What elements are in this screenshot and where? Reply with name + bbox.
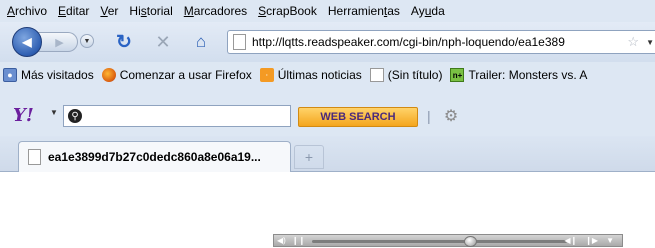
search-icon: ⚲ (68, 109, 82, 123)
chevron-down-icon: ▼ (83, 37, 91, 45)
new-tab-button[interactable]: + (294, 145, 324, 169)
menu-item-2[interactable]: Ver (95, 0, 124, 22)
stop-button[interactable]: ✕ (152, 31, 174, 53)
pause-icon[interactable]: ❙❙ (289, 235, 308, 246)
menu-item-7[interactable]: Ayuda (406, 0, 451, 22)
audio-player: ◀) ❙❙ ◀❙ ❙▶ ▼ (273, 234, 623, 247)
reload-button[interactable]: ↻ (113, 31, 135, 53)
bookmark-item[interactable]: n+ Trailer: Monsters vs. A (450, 68, 587, 82)
blank-page-icon (369, 68, 384, 82)
bookmark-item[interactable]: Comenzar a usar Firefox (101, 68, 252, 82)
toolbar-divider: | (427, 108, 431, 124)
chevron-down-icon[interactable]: ▼ (50, 108, 58, 117)
blank-page-icon (28, 149, 41, 165)
bookmark-star-icon[interactable]: ☆ (627, 34, 639, 50)
bookmark-item[interactable]: ● Más visitados (3, 68, 94, 82)
address-bar[interactable]: http://lqtts.readspeaker.com/cgi-bin/nph… (227, 30, 655, 54)
arrow-right-icon: ▶ (55, 36, 64, 49)
home-button[interactable]: ⌂ (190, 31, 212, 53)
progress-knob[interactable] (464, 236, 478, 247)
chevron-down-icon[interactable]: ▼ (602, 235, 618, 246)
bookmark-item[interactable]: (Sin título) (369, 68, 443, 82)
most-visited-icon: ● (3, 68, 17, 82)
rss-feed-icon: ⋅ (259, 68, 274, 82)
yahoo-logo[interactable]: Y! (13, 105, 34, 126)
player-controls-right: ◀❙ ❙▶ ▼ (560, 235, 618, 246)
close-icon: ✕ (155, 31, 171, 52)
menu-item-5[interactable]: ScrapBook (253, 0, 323, 22)
bookmark-label: Trailer: Monsters vs. A (468, 68, 588, 82)
bookmark-label: Comenzar a usar Firefox (119, 68, 252, 82)
bookmark-item[interactable]: ⋅ Últimas noticias (259, 68, 362, 82)
home-icon: ⌂ (195, 32, 207, 51)
yahoo-search-input[interactable] (86, 108, 286, 124)
url-text[interactable]: http://lqtts.readspeaker.com/cgi-bin/nph… (252, 35, 565, 49)
menu-item-0[interactable]: Archivo (2, 0, 53, 22)
back-button[interactable]: ◀ (12, 27, 42, 57)
firefox-icon (101, 68, 116, 82)
menu-item-6[interactable]: Herramientas (323, 0, 406, 22)
back-forward-group: ▶ ◀ ▼ (12, 27, 102, 57)
bookmark-label: (Sin título) (387, 68, 443, 82)
yahoo-toolbar: Y! ▼ ⚲ WEB SEARCH | ⚙ (0, 88, 655, 136)
progress-track[interactable] (312, 240, 567, 243)
page-icon (233, 34, 246, 50)
plus-icon: + (304, 149, 314, 165)
web-search-button[interactable]: WEB SEARCH (298, 107, 418, 127)
bookmark-label: Más visitados (21, 68, 94, 82)
reload-icon: ↻ (116, 31, 132, 53)
bookmark-label: Últimas noticias (277, 68, 362, 82)
navigation-toolbar: ▶ ◀ ▼ ↻ ✕ ⌂ http://lqtts.readspeaker.com… (0, 22, 655, 62)
forward-button[interactable]: ▶ (38, 32, 78, 52)
tab-active[interactable]: ea1e3899d7b27c0dedc860a8e06a19... (18, 141, 291, 172)
forward-step-icon[interactable]: ❙▶ (581, 235, 602, 246)
menu-item-1[interactable]: Editar (53, 0, 95, 22)
menu-bar: Archivo Editar Ver Historial Marcadores Scrap… (0, 0, 655, 22)
volume-icon[interactable]: ◀) (274, 235, 289, 246)
menu-item-3[interactable]: Historial (124, 0, 178, 22)
menu-item-4[interactable]: Marcadores (179, 0, 253, 22)
gear-icon[interactable]: ⚙ (441, 106, 461, 126)
chevron-down-icon[interactable]: ▼ (646, 38, 654, 47)
bookmarks-toolbar: ● Más visitados Comenzar a usar Firefox ⋅ Úl… (0, 62, 655, 88)
arrow-left-icon: ◀ (22, 35, 32, 49)
yahoo-search-field[interactable]: ⚲ (63, 105, 291, 127)
rewind-icon[interactable]: ◀❙ (560, 235, 581, 246)
tab-title: ea1e3899d7b27c0dedc860a8e06a19... (48, 150, 261, 164)
history-dropdown-button[interactable]: ▼ (80, 34, 94, 48)
page-content: ◀) ❙❙ ◀❙ ❙▶ ▼ (0, 172, 655, 248)
nplus-icon: n+ (450, 68, 465, 82)
tab-strip: ea1e3899d7b27c0dedc860a8e06a19... + (0, 136, 655, 172)
